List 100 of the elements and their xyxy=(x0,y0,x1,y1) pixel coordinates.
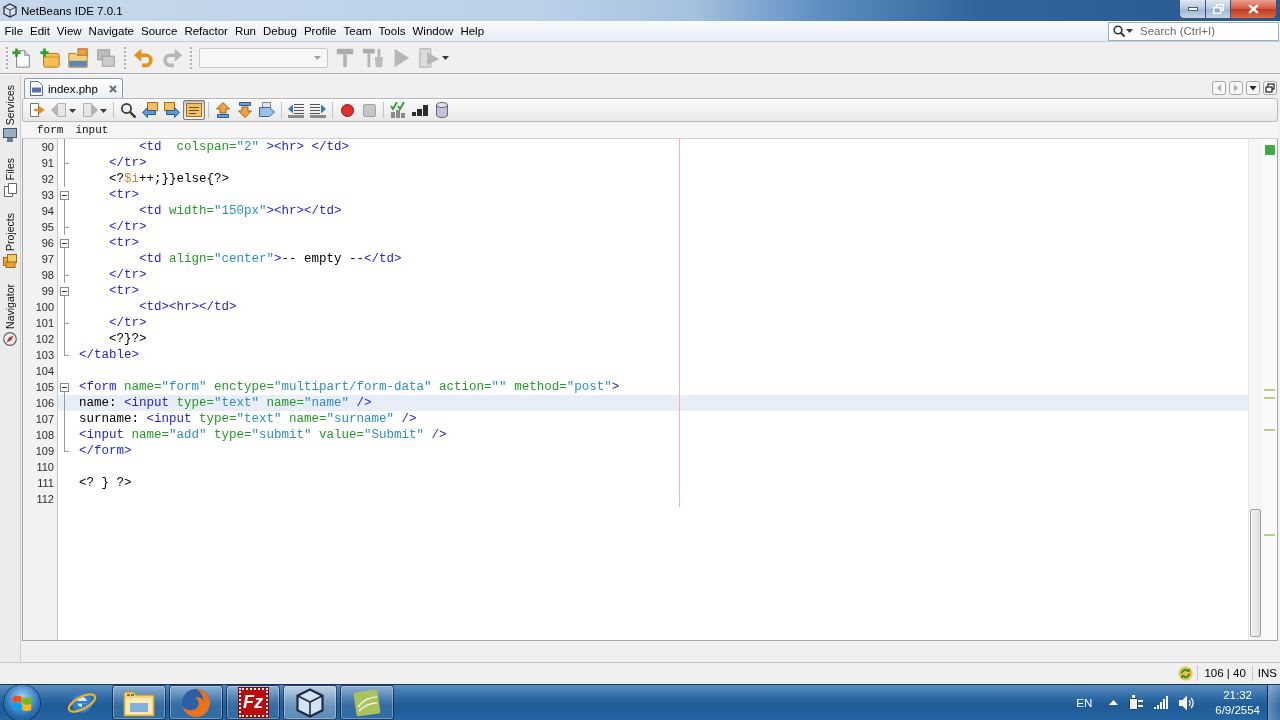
code-line: <td align="center">-- empty --</td> xyxy=(139,251,402,267)
menu-item[interactable]: Debug xyxy=(259,22,301,40)
plug-icon[interactable] xyxy=(1129,694,1144,711)
boxes-icon[interactable] xyxy=(3,254,17,269)
line-number: 109 xyxy=(34,444,54,459)
vertical-scrollbar[interactable] xyxy=(1248,139,1262,640)
folder-icon[interactable] xyxy=(123,688,155,717)
line-number: 106 xyxy=(34,396,54,411)
show-desktop-button[interactable] xyxy=(1267,684,1280,720)
menu-item[interactable]: Profile xyxy=(300,22,340,40)
close-button[interactable] xyxy=(1231,0,1277,19)
search-field[interactable]: Search (Ctrl+I) xyxy=(1108,21,1279,41)
line-number: 99 xyxy=(40,284,54,299)
minimize-button[interactable] xyxy=(1179,0,1205,19)
breadcrumb-item[interactable]: input xyxy=(75,124,109,136)
taskbar-button[interactable]: Fz xyxy=(226,685,280,720)
breadcrumb-item[interactable]: form xyxy=(37,124,64,136)
window-title: NetBeans IDE 7.0.1 xyxy=(21,4,123,17)
menu-item[interactable]: Run xyxy=(231,22,260,40)
line-number: 97 xyxy=(40,252,54,267)
side-tab[interactable]: Files xyxy=(3,157,17,199)
taskbar-button[interactable] xyxy=(112,685,166,720)
clock-date[interactable]: 6/9/2554 xyxy=(1215,702,1260,718)
code-line: <td><hr></td> xyxy=(139,299,237,315)
search-icon[interactable] xyxy=(1113,24,1125,37)
speaker-icon[interactable] xyxy=(1179,694,1195,711)
code-line: <?}?> xyxy=(109,331,147,347)
cursor-position: 106 | 40 xyxy=(1197,666,1252,681)
line-number: 105 xyxy=(34,380,54,395)
code-line: <td colspan="2" ><hr> </td> xyxy=(139,139,350,155)
close-icon[interactable] xyxy=(108,84,117,93)
clock-time[interactable]: 21:32 xyxy=(1223,687,1252,703)
taskbar-button[interactable] xyxy=(283,685,337,720)
side-tab[interactable]: Services xyxy=(3,84,17,144)
menu-item[interactable]: File xyxy=(1,22,27,40)
code-line: name: <input type="text" name="name" /> xyxy=(79,395,372,411)
cylinder-icon[interactable] xyxy=(436,102,448,118)
restore-button[interactable] xyxy=(1205,0,1231,19)
code-line: <td width="150px"><hr></td> xyxy=(139,203,342,219)
cube-icon[interactable] xyxy=(295,687,325,718)
taskbar-button[interactable] xyxy=(340,685,394,720)
insert-mode: INS xyxy=(1251,666,1280,681)
tile-icon[interactable] xyxy=(352,687,382,718)
line-number: 94 xyxy=(40,204,54,219)
line-number: 107 xyxy=(34,412,54,427)
line-number: 90 xyxy=(40,140,54,155)
code-line: </tr> xyxy=(109,315,147,331)
start-button[interactable] xyxy=(4,684,40,720)
minimize-icon[interactable] xyxy=(1187,7,1198,11)
menu-item[interactable]: View xyxy=(53,22,86,40)
restore-icon[interactable] xyxy=(1263,80,1277,95)
menu-item[interactable]: Team xyxy=(340,22,376,40)
menu-item[interactable]: Source xyxy=(137,22,181,40)
fold-toggle-icon[interactable] xyxy=(60,190,69,200)
circular-arrows-icon[interactable] xyxy=(1178,666,1194,681)
scroll-thumb[interactable] xyxy=(1250,509,1261,637)
menu-item[interactable]: Edit xyxy=(26,22,54,40)
line-number: 110 xyxy=(35,460,54,475)
line-number: 98 xyxy=(40,268,54,283)
language-indicator[interactable]: EN xyxy=(1076,696,1093,709)
signal-icon[interactable] xyxy=(1154,696,1169,709)
menu-item[interactable]: Navigate xyxy=(85,22,138,40)
code-line: </tr> xyxy=(109,155,147,171)
triangle-down-icon[interactable] xyxy=(1246,80,1260,95)
menu-item[interactable]: Refactor xyxy=(180,22,232,40)
menu-item[interactable]: Window xyxy=(408,22,457,40)
editor-tab[interactable]: index.php xyxy=(24,78,123,98)
code-line: <input name="add" type="submit" value="Submit" /> xyxy=(79,427,447,443)
fold-toggle-icon[interactable] xyxy=(60,238,69,248)
fold-toggle-icon[interactable] xyxy=(60,286,69,296)
line-number: 102 xyxy=(34,332,54,347)
code-line: <tr> xyxy=(109,283,140,299)
line-number: 112 xyxy=(35,492,54,507)
pages-icon[interactable] xyxy=(3,183,17,198)
app-logo: Fz xyxy=(238,688,268,717)
line-number: 108 xyxy=(34,428,54,443)
line-number: 104 xyxy=(34,364,54,379)
code-line: </tr> xyxy=(109,219,147,235)
side-tab[interactable]: Projects xyxy=(3,212,17,270)
menu-item[interactable]: Tools xyxy=(375,22,409,40)
line-number: 91 xyxy=(40,156,54,171)
line-number: 95 xyxy=(40,220,54,235)
status-ok-icon xyxy=(1264,145,1275,155)
code-line: <form name="form" enctype="multipart/form-data" action="" method="post"> xyxy=(79,379,620,395)
code-line: <?$i++;}}else{?> xyxy=(109,171,230,187)
caret-icon[interactable] xyxy=(1126,29,1133,33)
taskbar-button[interactable] xyxy=(169,685,223,720)
code-line: <tr> xyxy=(109,235,140,251)
fold-toggle-icon[interactable] xyxy=(60,382,69,392)
line-number: 96 xyxy=(40,236,54,251)
compass-icon[interactable] xyxy=(3,332,17,347)
code-line: </form> xyxy=(79,443,132,459)
menu-item[interactable]: Help xyxy=(456,22,488,40)
triangle-up-icon[interactable] xyxy=(1109,700,1119,705)
line-number: 101 xyxy=(34,316,54,331)
page-icon xyxy=(30,81,43,96)
side-tab[interactable]: Navigator xyxy=(3,283,17,348)
monitor-icon[interactable] xyxy=(3,128,17,143)
line-number: 93 xyxy=(40,188,54,203)
cube-icon xyxy=(3,3,17,18)
